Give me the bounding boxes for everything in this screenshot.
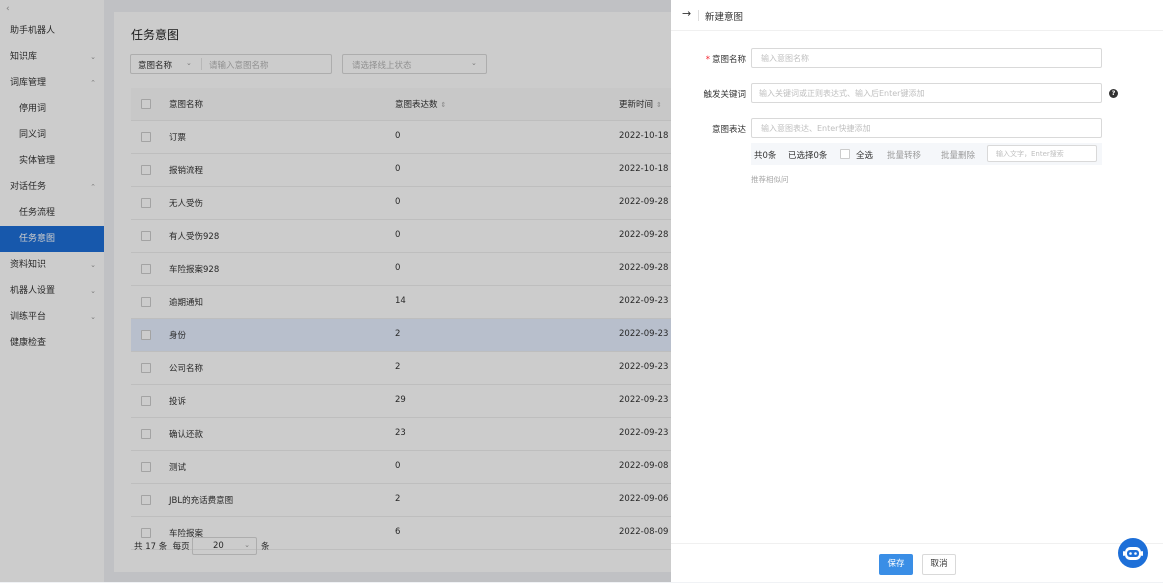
- divider: [698, 10, 699, 21]
- drawer-title: 新建意图: [705, 12, 744, 23]
- expression-label: 意图表达: [711, 125, 746, 135]
- intent-name-label: * 意图名称: [705, 55, 746, 65]
- keyword-label: 触发关键词: [703, 90, 746, 100]
- batch-move-button[interactable]: 批量转移: [887, 149, 921, 161]
- select-all-checkbox[interactable]: [840, 149, 850, 159]
- expression-search-input[interactable]: 输入文字，Enter搜索: [987, 145, 1097, 162]
- intent-name-input[interactable]: 输入意图名称: [751, 48, 1102, 68]
- batch-delete-button[interactable]: 批量删除: [941, 149, 975, 161]
- drawer-footer: 保存 取消: [671, 543, 1163, 583]
- total-count: 共0条: [754, 151, 777, 161]
- help-icon[interactable]: ?: [1109, 89, 1118, 98]
- cancel-button[interactable]: 取消: [922, 554, 956, 575]
- expression-batch-bar: 共0条 已选择0条 全选 批量转移 批量删除 输入文字，Enter搜索: [751, 143, 1102, 165]
- keyword-input[interactable]: 输入关键词或正则表达式、输入后Enter键添加: [751, 83, 1102, 103]
- expression-input[interactable]: 输入意图表达、Enter快捷添加: [751, 118, 1102, 138]
- drawer-header: → 新建意图: [671, 0, 1163, 31]
- arrow-right-icon[interactable]: →: [682, 7, 691, 20]
- recommend-similar-link[interactable]: 推荐相似问: [751, 174, 789, 185]
- selected-count: 已选择0条: [788, 151, 828, 161]
- save-button[interactable]: 保存: [879, 554, 913, 575]
- select-all-label[interactable]: 全选: [856, 149, 873, 161]
- new-intent-drawer: → 新建意图 * 意图名称 输入意图名称 触发关键词 输入关键词或正则表达式、输入…: [671, 0, 1163, 582]
- robot-assistant-icon[interactable]: [1118, 538, 1148, 568]
- drawer-mask[interactable]: [0, 0, 671, 582]
